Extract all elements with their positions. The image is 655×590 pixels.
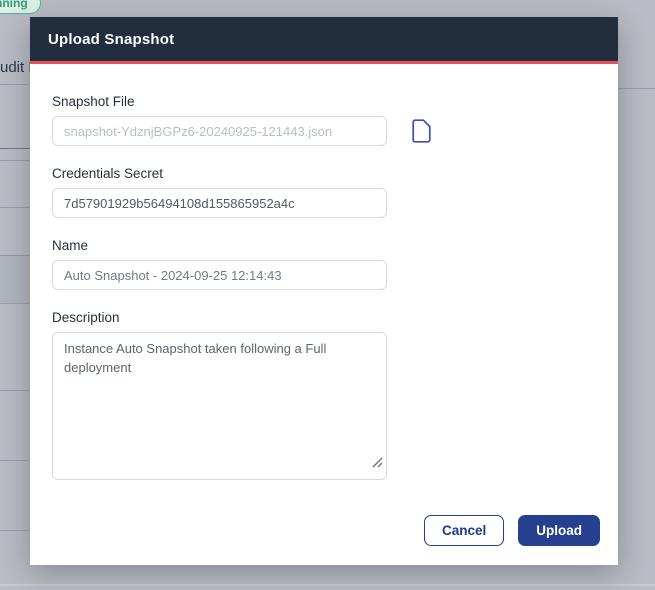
- background-table-row-divider: [0, 160, 30, 161]
- background-table-row-divider: [0, 303, 30, 304]
- cancel-button[interactable]: Cancel: [423, 514, 505, 546]
- screen: running udit L Upload Snapshot Snapshot …: [0, 0, 655, 590]
- description-label: Description: [52, 310, 120, 325]
- background-table-row-highlight: [0, 255, 30, 303]
- upload-button[interactable]: Upload: [518, 514, 600, 546]
- snapshot-file-label: Snapshot File: [52, 94, 135, 109]
- upload-snapshot-modal: Upload Snapshot Snapshot File Credential…: [30, 17, 618, 565]
- background-table-header-divider: [0, 148, 30, 149]
- background-table-row-divider: [0, 84, 30, 85]
- background-footer-divider: [0, 584, 655, 586]
- snapshot-file-input[interactable]: [52, 116, 387, 146]
- modal-title: Upload Snapshot: [48, 30, 175, 48]
- background-table-row-divider: [618, 88, 655, 89]
- background-table-row-divider: [0, 207, 30, 208]
- name-input[interactable]: [52, 260, 387, 290]
- description-wrapper: Instance Auto Snapshot taken following a…: [52, 332, 387, 480]
- background-table-row-divider: [0, 390, 30, 391]
- modal-header: Upload Snapshot: [30, 17, 618, 61]
- modal-body: Snapshot File Credentials Secret Name De…: [30, 64, 618, 485]
- background-table-row-divider: [0, 530, 30, 531]
- background-table-row-divider: [0, 460, 30, 461]
- background-table-row-divider: [0, 255, 30, 256]
- credentials-secret-input[interactable]: [52, 188, 387, 218]
- name-label: Name: [52, 238, 89, 253]
- file-icon[interactable]: [412, 119, 431, 143]
- modal-footer: Cancel Upload: [423, 514, 600, 546]
- status-badge: running: [0, 0, 41, 14]
- resize-handle-icon[interactable]: [372, 455, 383, 473]
- description-textarea[interactable]: Instance Auto Snapshot taken following a…: [52, 332, 387, 480]
- snapshot-file-row: [52, 116, 596, 146]
- credentials-secret-label: Credentials Secret: [52, 166, 164, 181]
